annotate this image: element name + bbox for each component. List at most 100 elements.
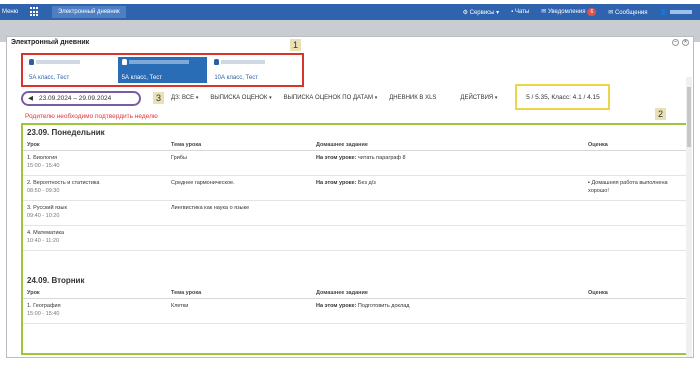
day-spacer xyxy=(23,251,690,273)
grades-extract-label: ВЫПИСКА ОЦЕНОК xyxy=(210,95,268,101)
student-name-blurred xyxy=(128,60,189,64)
diary-window: Электронный дневник – × 5А класс, Тест 5… xyxy=(6,36,694,358)
notifications-count-badge: 6 xyxy=(587,8,597,16)
grade-cell xyxy=(584,226,690,251)
column-header-topic: Тема урока xyxy=(167,288,312,299)
class-card-5a[interactable]: 5А класс, Тест xyxy=(25,57,115,83)
lesson-cell[interactable]: 1. Биология 15:00 - 15:40 xyxy=(23,151,167,176)
notifications-link[interactable]: ✉ Уведомления 6 xyxy=(541,8,597,16)
week-selector[interactable]: ◀ 23.09.2024 – 29.09.2024 xyxy=(21,90,141,106)
annotation-label-3: 3 xyxy=(153,92,164,104)
homework-cell: На этом уроке: Без д/з xyxy=(312,176,584,201)
homework-text: читать параграф 8 xyxy=(357,155,406,161)
topic-cell xyxy=(167,226,312,251)
chevron-down-icon: ▾ xyxy=(195,95,199,101)
previous-week-icon[interactable]: ◀ xyxy=(28,94,33,102)
scrollbar-thumb[interactable] xyxy=(687,87,691,147)
lesson-cell[interactable]: 3. Русский язык 09:40 - 10:20 xyxy=(23,201,167,226)
homework-label: На этом уроке: xyxy=(316,303,357,309)
topic-cell: Клетки xyxy=(167,299,312,324)
lesson-time: 15:00 - 15:40 xyxy=(27,311,60,317)
user-name-blurred xyxy=(670,9,692,14)
grade-cell xyxy=(584,299,690,324)
class-card-label: 5А класс, Тест xyxy=(29,75,70,81)
lesson-time: 10:40 - 11:20 xyxy=(27,238,60,244)
grade-cell[interactable]: ▪ Домашняя работа выполнена хорошо! xyxy=(584,176,690,201)
week-range: 23.09.2024 – 29.09.2024 xyxy=(39,94,112,102)
services-label: Сервисы xyxy=(469,9,495,16)
app-tab-diary[interactable]: Электронный дневник xyxy=(52,6,126,18)
class-card-10a[interactable]: 10А класс, Тест xyxy=(210,57,300,83)
top-bar: Меню Электронный дневник ⚙ Сервисы ▾ ▪ Ч… xyxy=(0,4,700,20)
lesson-name: 1. Биология xyxy=(27,155,58,161)
chats-link[interactable]: ▪ Чаты xyxy=(511,9,529,15)
grades-by-date-menu[interactable]: ВЫПИСКА ОЦЕНОК ПО ДАТАМ ▾ xyxy=(284,95,378,101)
chevron-down-icon: ▾ xyxy=(374,95,378,101)
homework-cell: На этом уроке: читать параграф 8 xyxy=(312,151,584,176)
top-bar-actions: ⚙ Сервисы ▾ ▪ Чаты ✉ Уведомления 6 ✉ Сооб… xyxy=(463,8,700,16)
column-header-topic: Тема урока xyxy=(167,140,312,151)
person-icon xyxy=(214,59,220,65)
homework-filter-label: ДЗ: ВСЕ xyxy=(171,95,195,101)
homework-cell xyxy=(312,226,584,251)
column-header-homework: Домашнее задание xyxy=(312,140,584,151)
homework-filter[interactable]: ДЗ: ВСЕ ▾ xyxy=(171,95,198,101)
export-xls-button[interactable]: ДНЕВНИК В XLS xyxy=(389,95,436,101)
topic-cell: Лингвистика как наука о языке xyxy=(167,201,312,226)
class-selector: 5А класс, Тест 5А класс, Тест 10А класс,… xyxy=(21,53,304,87)
topic-text: Клетки xyxy=(171,303,189,309)
class-card-label: 5А класс, Тест xyxy=(121,75,162,81)
chevron-down-icon: ▾ xyxy=(269,95,272,101)
window-title-text: Электронный дневник xyxy=(11,39,90,46)
topic-text: Грибы xyxy=(171,155,187,161)
chevron-down-icon: ▾ xyxy=(494,95,498,101)
average-grade-text: 5 / 5.35, Класс: 4.1 / 4.15 xyxy=(526,93,600,101)
class-card-label: 10А класс, Тест xyxy=(214,75,258,81)
apps-grid-icon[interactable] xyxy=(30,7,40,17)
minimize-icon[interactable]: – xyxy=(672,39,679,46)
lessons-table: Урок Тема урока Домашнее задание Оценка … xyxy=(23,288,690,324)
lesson-time: 09:40 - 10:20 xyxy=(27,213,60,219)
close-icon[interactable]: × xyxy=(682,39,689,46)
lesson-name: 4. Математика xyxy=(27,230,65,236)
average-grade-box: 5 / 5.35, Класс: 4.1 / 4.15 xyxy=(515,84,611,110)
topic-text: Среднее гармоническое. xyxy=(171,180,235,186)
lesson-name: 1. География xyxy=(27,303,61,309)
column-header-grade: Оценка xyxy=(584,288,690,299)
topic-cell: Среднее гармоническое. xyxy=(167,176,312,201)
grades-extract-menu[interactable]: ВЫПИСКА ОЦЕНОК ▾ xyxy=(210,95,271,101)
grade-comment-cont: хорошо! xyxy=(588,188,609,194)
homework-text: Без д/з xyxy=(357,180,376,186)
notifications-label: Уведомления xyxy=(547,9,586,15)
messages-link[interactable]: ✉ Сообщения xyxy=(608,9,647,16)
confirm-week-notice[interactable]: Родителю необходимо подтвердить неделю xyxy=(25,113,158,120)
chats-label: Чаты xyxy=(514,9,530,15)
menu-button[interactable]: Меню xyxy=(0,9,22,15)
messages-label: Сообщения xyxy=(614,9,648,16)
lesson-cell[interactable]: 4. Математика 10:40 - 11:20 xyxy=(23,226,167,251)
lessons-table: Урок Тема урока Домашнее задание Оценка … xyxy=(23,140,690,251)
vertical-scrollbar[interactable] xyxy=(686,77,692,357)
lesson-name: 2. Вероятность и статистика xyxy=(27,180,100,186)
annotation-label-2: 2 xyxy=(655,108,666,120)
user-menu[interactable]: 👤 xyxy=(660,9,692,16)
column-header-lesson: Урок xyxy=(23,288,167,299)
actions-label: ДЕЙСТВИЯ xyxy=(460,95,494,101)
schedule-panel: 23.09. Понедельник Урок Тема урока Домаш… xyxy=(21,123,692,355)
comment-icon: ▪ xyxy=(588,180,590,186)
topic-cell: Грибы xyxy=(167,151,312,176)
grade-cell xyxy=(584,201,690,226)
lesson-time: 15:00 - 15:40 xyxy=(27,163,60,169)
homework-cell: На этом уроке: Подготовить доклад xyxy=(312,299,584,324)
person-icon xyxy=(29,59,34,65)
class-card-5a-selected[interactable]: 5А класс, Тест xyxy=(117,57,208,83)
homework-cell xyxy=(312,201,584,226)
homework-label: На этом уроке: xyxy=(316,155,357,161)
lesson-time: 08:50 - 09:30 xyxy=(27,188,60,194)
actions-menu[interactable]: ДЕЙСТВИЯ ▾ xyxy=(460,95,497,101)
lesson-name: 3. Русский язык xyxy=(27,205,67,211)
services-menu[interactable]: ⚙ Сервисы ▾ xyxy=(463,9,500,16)
lesson-cell[interactable]: 2. Вероятность и статистика 08:50 - 09:30 xyxy=(23,176,167,201)
lesson-cell[interactable]: 1. География 15:00 - 15:40 xyxy=(23,299,167,324)
person-icon xyxy=(121,59,127,65)
